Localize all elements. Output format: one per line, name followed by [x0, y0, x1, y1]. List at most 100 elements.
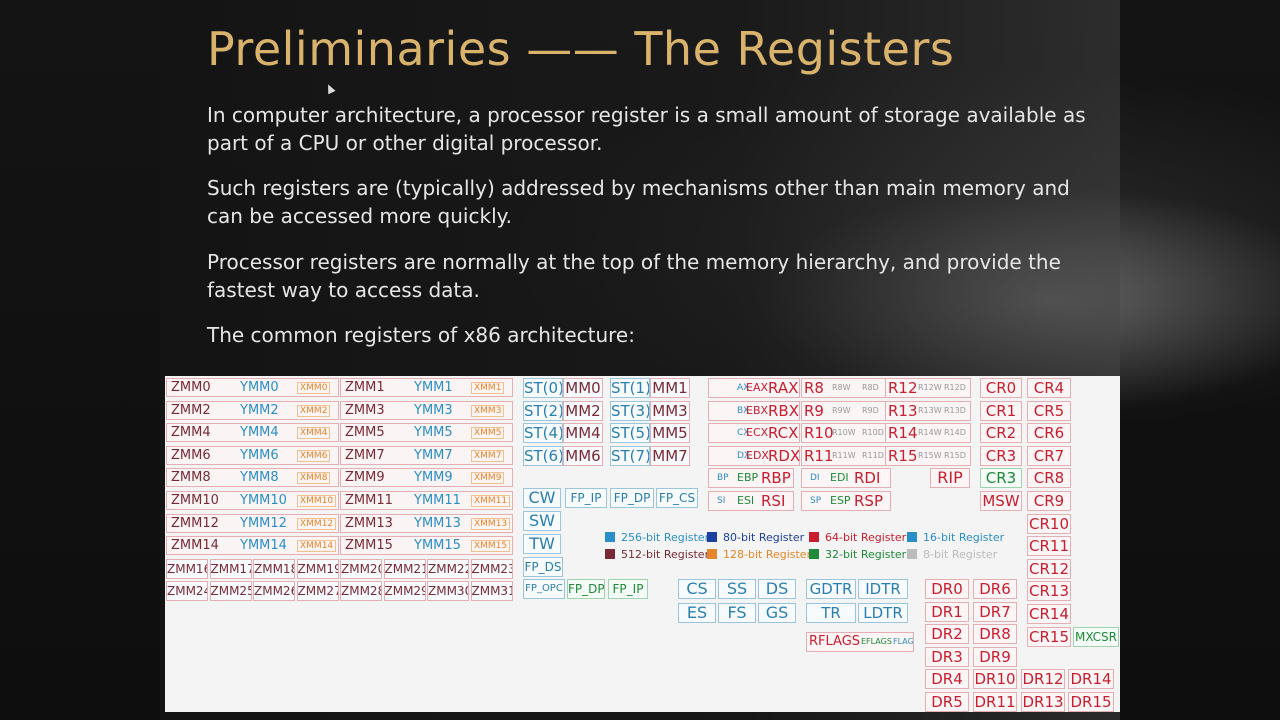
register-fp-ip-32: FP_IP — [608, 579, 648, 599]
register-ymm: YMM13 — [414, 515, 461, 531]
register-zmm-group: ZMM10 YMM10 XMM10 — [166, 491, 339, 510]
register-zmm-small: ZMM21 — [383, 558, 426, 579]
register-zmm-small: ZMM24 — [166, 581, 208, 602]
register-zmm-group: ZMM13 YMM13 XMM13 — [340, 513, 513, 533]
register-dr: DR0 — [925, 579, 969, 599]
register-gpr: DX EDX RDX — [708, 445, 800, 466]
register-zmm-group: ZMM0 YMM0 XMM0 — [166, 378, 339, 397]
legend-item: 128-bit Register — [707, 548, 811, 561]
register-segment: GS — [758, 603, 796, 623]
register-ymm: YMM12 — [240, 515, 287, 531]
register-dr: DR12 — [1021, 669, 1065, 689]
register-flags-part: FLAGS — [893, 637, 914, 646]
register-dr: DR11 — [973, 692, 1017, 712]
register-mm: MM7 — [650, 445, 690, 466]
register-cr: CR3 — [980, 445, 1022, 466]
register-segment: FS — [718, 603, 756, 623]
register-ymm: YMM1 — [414, 380, 453, 395]
legend-label: 8-bit Register — [923, 548, 998, 561]
register-fp-ds: FP_DS — [523, 557, 563, 577]
register-r-part: R13W — [918, 405, 942, 415]
register-mm: MM2 — [563, 400, 603, 421]
register-zmm-small: ZMM22 — [427, 558, 469, 579]
legend-item: 80-bit Register — [707, 531, 804, 544]
register-zmm: ZMM12 — [171, 515, 219, 531]
register-ymm: YMM2 — [240, 402, 279, 418]
register-dr: DR10 — [973, 669, 1017, 690]
register-gpr-part: RBX — [768, 401, 799, 420]
register-zmm: ZMM7 — [345, 447, 385, 463]
register-xmm: XMM8 — [297, 472, 331, 485]
register-fp-cs: FP_CS — [656, 488, 698, 508]
register-xmm: XMM1 — [471, 382, 505, 394]
register-table: LDTR — [858, 603, 908, 623]
legend-item: 16-bit Register — [907, 531, 1004, 544]
register-pointer-part: BP — [717, 473, 729, 484]
register-ymm: YMM4 — [240, 425, 279, 441]
register-gpr-part: EAX — [746, 381, 769, 394]
register-r-part: R8D — [862, 383, 879, 392]
register-r64: R10 R10W R10D — [801, 423, 893, 444]
legend-label: 128-bit Register — [723, 548, 812, 561]
register-cr: CR5 — [1027, 400, 1071, 421]
legend-swatch-icon — [907, 532, 917, 542]
register-zmm-group: ZMM15 YMM15 XMM15 — [340, 536, 513, 556]
register-table: IDTR — [858, 579, 908, 599]
register-st: ST(4) — [523, 423, 563, 444]
register-zmm: ZMM2 — [171, 402, 211, 418]
register-dr: DR9 — [973, 646, 1017, 667]
register-r64: R15 R15W R15D — [885, 445, 971, 466]
register-zmm-small: ZMM30 — [427, 581, 469, 602]
register-xmm: XMM0 — [297, 382, 331, 394]
register-zmm: ZMM3 — [345, 402, 385, 418]
register-zmm-small: ZMM16 — [166, 558, 208, 579]
legend-label: 64-bit Register — [825, 531, 907, 544]
register-dr: DR8 — [973, 624, 1017, 645]
register-zmm-group: ZMM5 YMM5 XMM5 — [340, 423, 513, 443]
legend-swatch-icon — [707, 532, 717, 542]
register-zmm: ZMM10 — [171, 493, 219, 508]
register-cr: CR6 — [1027, 423, 1071, 444]
register-dr: DR13 — [1021, 691, 1065, 712]
register-xmm: XMM13 — [471, 517, 511, 530]
register-zmm-group: ZMM7 YMM7 XMM7 — [340, 445, 513, 465]
register-st: ST(6) — [523, 445, 563, 466]
register-dr: DR3 — [925, 646, 969, 667]
legend-label: 512-bit Register — [621, 548, 710, 561]
register-r-part: R10 — [804, 424, 834, 443]
register-fp-opc: FP_OPC — [523, 579, 565, 599]
legend-item: 256-bit Register — [605, 531, 709, 544]
register-st: ST(5) — [610, 423, 650, 444]
register-ymm: YMM11 — [414, 493, 461, 508]
register-r-part: R13D — [944, 405, 966, 415]
register-cr: CR15 — [1027, 626, 1071, 647]
register-table: TR — [806, 603, 856, 623]
register-zmm: ZMM11 — [345, 493, 393, 508]
register-ymm: YMM8 — [240, 470, 279, 486]
register-st: ST(1) — [610, 378, 650, 398]
register-r-part: R10D — [862, 428, 884, 438]
register-gpr-part: RCX — [768, 424, 799, 443]
paragraph-addressing: Such registers are (typically) addressed… — [207, 176, 1070, 228]
legend-swatch-icon — [907, 549, 917, 559]
register-r64: R12 R12W R12D — [885, 378, 971, 398]
register-zmm-group: ZMM9 YMM9 XMM9 — [340, 468, 513, 488]
register-mxcsr: MXCSR — [1073, 626, 1119, 647]
register-gpr: AX EAX RAX — [708, 378, 800, 398]
register-fp-ip: FP_IP — [565, 488, 607, 508]
legend-swatch-icon — [605, 532, 615, 542]
register-ymm: YMM15 — [414, 538, 461, 554]
register-xmm: XMM2 — [297, 404, 331, 417]
register-cr: CR2 — [980, 423, 1022, 444]
register-r-part: R14 — [888, 424, 918, 443]
register-zmm-small: ZMM29 — [383, 581, 426, 602]
register-table: GDTR — [806, 579, 856, 599]
register-segment: DS — [758, 579, 796, 599]
register-gpr-part: RDX — [768, 446, 800, 465]
register-zmm-small: ZMM23 — [470, 558, 513, 579]
register-xmm: XMM5 — [471, 427, 505, 440]
register-xmm: XMM4 — [297, 427, 331, 440]
register-zmm-group: ZMM4 YMM4 XMM4 — [166, 423, 339, 443]
register-zmm: ZMM14 — [171, 538, 219, 554]
register-cr: CR9 — [1027, 491, 1071, 511]
